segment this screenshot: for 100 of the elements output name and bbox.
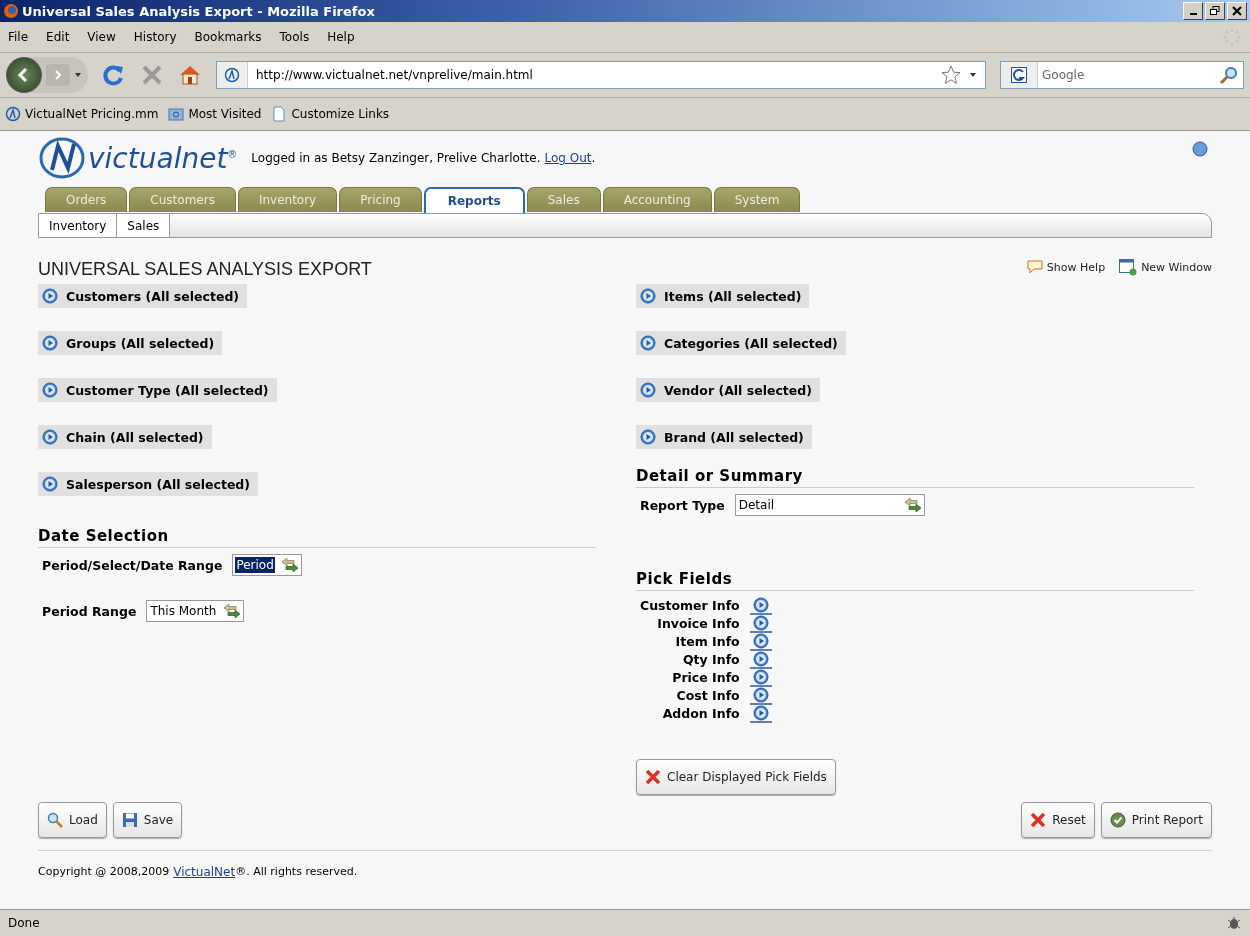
dropdown-caret-icon[interactable] (969, 71, 977, 79)
section-heading: Pick Fields (636, 570, 1194, 591)
expand-icon (640, 335, 656, 351)
magnifier-icon (47, 812, 63, 828)
login-text: Logged in as Betsy Zanzinger, Prelive Charlotte. (251, 151, 541, 165)
close-button[interactable] (1227, 2, 1247, 20)
status-text: Done (8, 916, 40, 930)
bookmark-star-icon[interactable] (941, 65, 961, 85)
menu-item[interactable]: View (87, 30, 116, 44)
section-heading: Date Selection (38, 527, 596, 548)
bookmark-item[interactable]: Customize Links (271, 106, 390, 122)
expand-icon (640, 382, 656, 398)
logo-mark-icon (38, 136, 86, 180)
toolbar-button[interactable]: Save (112, 802, 183, 838)
reload-icon[interactable] (102, 63, 126, 87)
field-label: Report Type (640, 497, 725, 513)
pick-field-label: Customer Info (640, 597, 740, 615)
expand-icon[interactable] (749, 687, 772, 705)
menu-item[interactable]: Help (327, 30, 355, 44)
expand-icon[interactable] (749, 615, 772, 633)
expand-icon (640, 429, 656, 445)
filter-toggle[interactable]: Categories (All selected) (636, 331, 846, 355)
expand-icon[interactable] (749, 633, 772, 651)
pick-field-label: Item Info (674, 633, 740, 651)
search-icon[interactable] (1219, 65, 1239, 85)
check-circle-icon (1109, 812, 1126, 828)
subtab[interactable]: Inventory (39, 214, 118, 237)
pick-field-label: Invoice Info (656, 615, 740, 633)
expand-icon (640, 288, 656, 304)
expand-icon[interactable] (749, 669, 772, 687)
page-icon (271, 106, 288, 122)
bug-icon (1226, 915, 1242, 931)
subtab[interactable]: Sales (117, 214, 171, 237)
url-text: http://www.victualnet.net/vnprelive/main.html (256, 68, 534, 82)
minimize-icon (1189, 13, 1197, 15)
expand-icon (42, 335, 58, 351)
page-link[interactable]: New Window (1119, 258, 1212, 276)
pick-field-label: Cost Info (675, 687, 740, 705)
expand-icon (42, 288, 58, 304)
bookmark-item[interactable]: VictualNet Pricing.mm (5, 106, 159, 122)
expand-icon (42, 429, 58, 445)
filter-toggle[interactable]: Brand (All selected) (636, 425, 812, 449)
field-label: Period Range (42, 603, 137, 619)
cross-icon (645, 769, 661, 785)
filter-toggle[interactable]: Items (All selected) (636, 284, 810, 308)
expand-icon (42, 382, 58, 398)
filter-toggle[interactable]: Vendor (All selected) (636, 378, 820, 402)
cross-icon (1030, 812, 1047, 828)
expand-icon[interactable] (749, 705, 772, 723)
filter-toggle[interactable]: Chain (All selected) (38, 425, 212, 449)
menu-item[interactable]: Bookmarks (194, 30, 262, 44)
menu-item[interactable]: Edit (46, 30, 70, 44)
bookmark-item[interactable]: Most Visited (168, 106, 262, 122)
minimize-button[interactable] (1183, 2, 1203, 20)
pick-field-label: Price Info (671, 669, 740, 687)
dropdown-caret-icon[interactable] (74, 71, 82, 79)
company-link[interactable]: VictualNet (173, 865, 236, 879)
swap-arrows-icon (903, 497, 922, 513)
pick-field-label: Qty Info (682, 651, 740, 669)
menu-item[interactable]: File (8, 30, 29, 44)
pick-field-label: Addon Info (661, 705, 740, 723)
page-link[interactable]: Show Help (1026, 258, 1106, 276)
filter-toggle[interactable]: Customer Type (All selected) (38, 378, 277, 402)
site-icon (5, 106, 21, 122)
folder-icon (168, 106, 185, 122)
restore-button[interactable] (1205, 2, 1225, 20)
clear-pick-fields-button[interactable]: Clear Displayed Pick Fields (636, 759, 836, 795)
swap-arrows-icon (223, 603, 242, 619)
window-title: Universal Sales Analysis Export - Mozilla Firefox (22, 3, 376, 19)
search-engine-icon[interactable] (1011, 67, 1027, 83)
select-field[interactable]: This Month (146, 600, 245, 622)
back-button[interactable] (6, 57, 42, 93)
filter-toggle[interactable]: Salesperson (All selected) (38, 472, 259, 496)
nav-tab[interactable]: Reports (423, 187, 525, 213)
field-label: Period/Select/Date Range (42, 557, 223, 573)
restore-icon (1210, 6, 1220, 16)
speech-bubble-icon (1026, 260, 1043, 274)
login-punctuation: . (591, 151, 596, 165)
filter-toggle[interactable]: Customers (All selected) (38, 284, 248, 308)
home-icon[interactable] (178, 63, 202, 87)
close-icon (1232, 6, 1242, 16)
filter-toggle[interactable]: Groups (All selected) (38, 331, 223, 355)
select-field[interactable]: Detail (734, 494, 925, 516)
copyright-text: Copyright @ 2008,2009 (38, 865, 170, 879)
expand-icon[interactable] (749, 597, 772, 615)
toolbar-button[interactable]: Print Report (1100, 802, 1212, 838)
toolbar-button[interactable]: Load (38, 802, 107, 838)
copyright-text: ®. All rights reserved. (235, 865, 358, 879)
expand-icon[interactable] (749, 651, 772, 669)
search-bar[interactable]: Google (1000, 61, 1244, 89)
section-heading: Detail or Summary (636, 467, 1194, 488)
new-window-icon (1119, 258, 1138, 276)
address-bar[interactable]: http://www.victualnet.net/vnprelive/main.html (216, 61, 986, 89)
expand-icon (42, 476, 58, 492)
menu-item[interactable]: History (133, 30, 177, 44)
select-field[interactable]: Period (232, 554, 302, 576)
menu-item[interactable]: Tools (279, 30, 310, 44)
toolbar-button[interactable]: Reset (1021, 802, 1095, 838)
site-icon (224, 67, 240, 83)
swap-arrows-icon (280, 557, 299, 573)
